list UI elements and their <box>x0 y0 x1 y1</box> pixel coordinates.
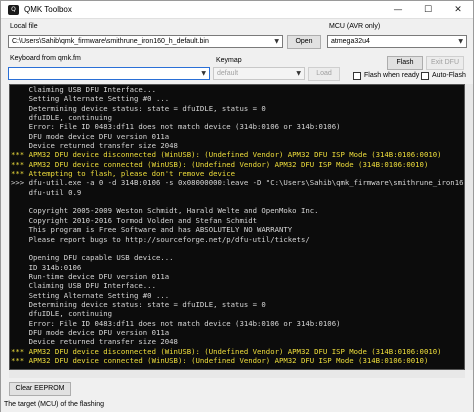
keyboard-value <box>12 70 14 77</box>
flash-when-ready-label: Flash when ready <box>364 72 420 79</box>
console-line: *** Attempting to flash, please don't re… <box>11 169 236 179</box>
console-line: DFU mode device DFU version 011a <box>11 327 170 337</box>
local-file-value: C:\Users\Sahib\qmk_firmware\smithrune_ir… <box>12 38 209 45</box>
console-line: Determining device status: state = dfuID… <box>11 299 266 309</box>
console-line: Claiming USB DFU Interface... <box>11 85 156 94</box>
maximize-button[interactable]: ☐ <box>413 1 443 19</box>
mcu-label: MCU (AVR only) <box>329 23 381 30</box>
auto-flash-label: Auto-Flash <box>432 72 466 79</box>
clear-eeprom-button[interactable]: Clear EEPROM <box>9 382 71 396</box>
flash-when-ready-checkbox[interactable] <box>353 72 361 80</box>
console-line: Setting Alternate Setting #0 ... <box>11 290 170 300</box>
console-output[interactable]: Claiming USB DFU Interface... Setting Al… <box>9 84 465 370</box>
keymap-select[interactable]: default ▼ <box>213 67 305 80</box>
console-line: Setting Alternate Setting #0 ... <box>11 94 170 104</box>
vertical-scrollbar[interactable] <box>465 84 473 370</box>
status-bar: The target (MCU) of the flashing <box>1 398 473 412</box>
console-line: Claiming USB DFU Interface... <box>11 281 156 291</box>
open-button[interactable]: Open <box>287 35 321 49</box>
horizontal-scrollbar[interactable] <box>9 370 465 378</box>
console-line: *** APM32 DFU device connected (WinUSB):… <box>11 355 429 365</box>
console-line: *** APM32 DFU device disconnected (WinUS… <box>11 150 442 160</box>
auto-flash-checkbox[interactable] <box>421 72 429 80</box>
chevron-down-icon[interactable]: ▼ <box>296 68 301 79</box>
console-line: Error: File ID 0483:df11 does not match … <box>11 318 341 328</box>
keymap-value: default <box>217 70 239 77</box>
console-line: >>> dfu-util.exe -a 0 -d 314B:0106 -s 0x… <box>11 178 465 188</box>
console-line: Run-time device DFU version 011a <box>11 271 170 281</box>
console-line: Please report bugs to http://sourceforge… <box>11 234 310 244</box>
console-line: *** APM32 DFU device connected (WinUSB):… <box>11 159 429 169</box>
flash-button[interactable]: Flash <box>387 56 423 70</box>
keymap-label: Keymap <box>216 57 242 64</box>
console-line: Device returned transfer size 2048 <box>11 337 178 347</box>
local-file-field[interactable]: C:\Users\Sahib\qmk_firmware\smithrune_ir… <box>8 35 283 48</box>
console-line: *** APM32 DFU device disconnected (WinUS… <box>11 346 442 356</box>
app-window: Q QMK Toolbox — ☐ ✕ Local file C:\Users\… <box>0 0 474 412</box>
mcu-select[interactable]: atmega32u4 ▼ <box>327 35 467 48</box>
chevron-down-icon[interactable]: ▼ <box>201 68 206 79</box>
console-line: Error: File ID 0483:df11 does not match … <box>11 122 341 132</box>
load-button[interactable]: Load <box>308 67 340 81</box>
console-line: dfuIDLE, continuing <box>11 309 113 319</box>
exit-dfu-button[interactable]: Exit DFU <box>426 56 464 70</box>
console-line: Copyright 2005-2009 Weston Schmidt, Hara… <box>11 206 319 216</box>
console-line: DFU mode device DFU version 011a <box>11 131 170 141</box>
chevron-down-icon[interactable]: ▼ <box>458 36 463 47</box>
close-button[interactable]: ✕ <box>443 1 473 19</box>
minimize-button[interactable]: — <box>383 1 413 19</box>
qmk-icon: Q <box>8 5 19 15</box>
console-line: dfu-util 0.9 <box>11 187 82 197</box>
console-line: dfuIDLE, continuing <box>11 113 113 123</box>
console-line: Determining device status: state = dfuID… <box>11 103 266 113</box>
console-line: This program is Free Software and has AB… <box>11 225 293 235</box>
chevron-down-icon[interactable]: ▼ <box>274 36 279 47</box>
console-line: Device returned transfer size 2048 <box>11 141 178 151</box>
window-title: QMK Toolbox <box>24 5 72 14</box>
keyboard-combobox[interactable]: ▼ <box>8 67 210 80</box>
keyboard-label: Keyboard from qmk.fm <box>10 55 81 62</box>
console-line: Copyright 2010-2016 Tormod Volden and St… <box>11 215 258 225</box>
console-line: Opening DFU capable USB device... <box>11 253 174 263</box>
mcu-value: atmega32u4 <box>331 38 370 45</box>
console-line: ID 314b:0106 <box>11 262 82 272</box>
local-file-label: Local file <box>10 23 38 30</box>
title-bar[interactable]: Q QMK Toolbox — ☐ ✕ <box>1 1 473 19</box>
